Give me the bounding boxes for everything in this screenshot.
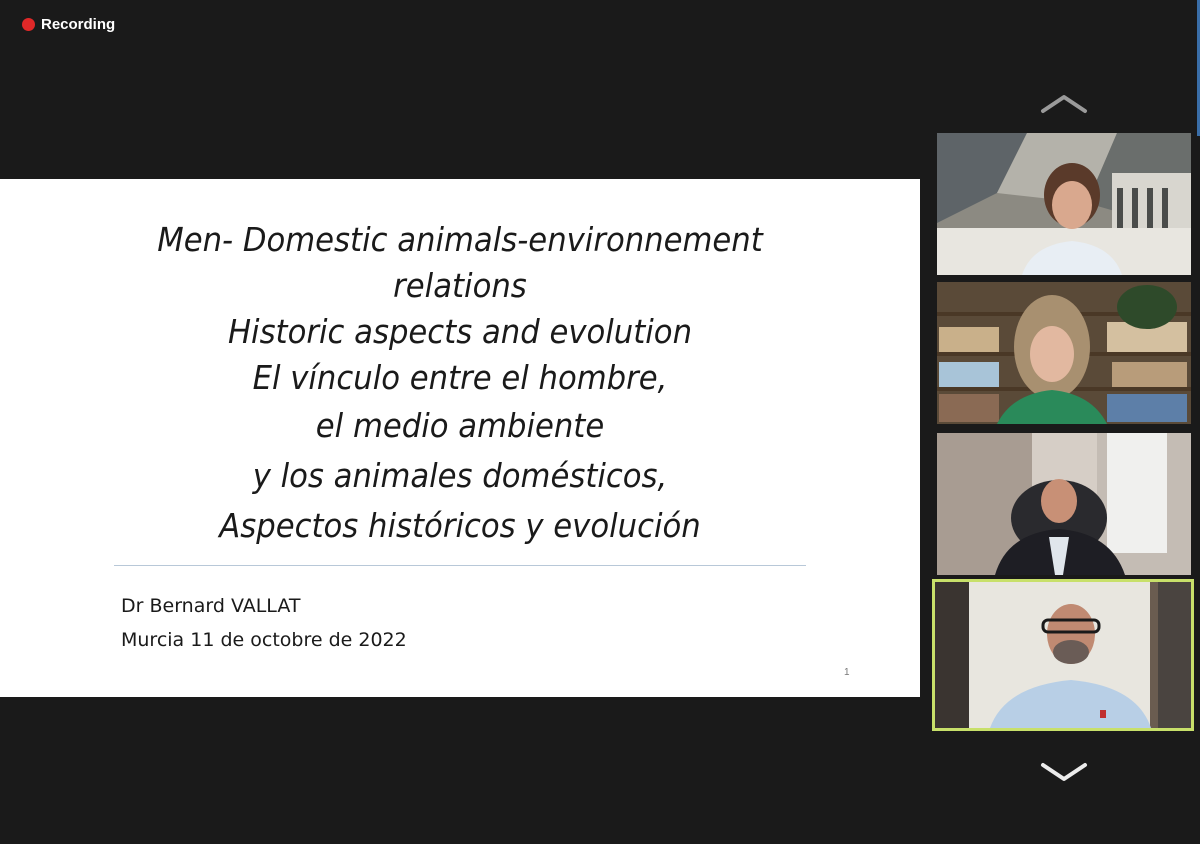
gallery-scroll-up-button[interactable] (1040, 92, 1088, 116)
slide-title-line: El vínculo entre el hombre, (252, 358, 668, 397)
participant-video-tile[interactable] (937, 433, 1191, 575)
slide-author: Dr Bernard VALLAT (121, 595, 301, 617)
participant-video (937, 133, 1191, 275)
chevron-down-icon (1041, 763, 1087, 781)
participant-video-tile[interactable] (937, 133, 1191, 275)
slide-date: Murcia 11 de octobre de 2022 (121, 629, 407, 651)
slide-title-line: y los animales domésticos, (252, 456, 668, 495)
participant-video-tile[interactable] (937, 282, 1191, 424)
recording-indicator: Recording (22, 16, 115, 33)
slide-title-line: Historic aspects and evolution (227, 312, 693, 351)
recording-dot-icon (22, 18, 35, 31)
recording-label: Recording (41, 16, 116, 33)
participant-video (937, 282, 1191, 424)
slide-title-line: Aspectos históricos y evolución (219, 506, 701, 545)
participant-video (935, 582, 1191, 728)
slide-page-number: 1 (844, 667, 850, 678)
shared-screen-slide: Men- Domestic animals-environnement rela… (0, 179, 920, 697)
slide-title-line: relations (393, 266, 527, 305)
participant-video (937, 433, 1191, 575)
slide-divider (114, 565, 806, 566)
slide-title-line: el medio ambiente (315, 406, 605, 445)
gallery-scroll-down-button[interactable] (1040, 760, 1088, 784)
slide-title: Men- Domestic animals-environnement rela… (0, 217, 920, 551)
active-speaker-video-tile[interactable] (932, 579, 1194, 731)
slide-title-line: Men- Domestic animals-environnement (157, 220, 763, 259)
meeting-window: Recording Men- Domestic animals-environn… (0, 0, 1200, 844)
chevron-up-icon (1041, 95, 1087, 113)
